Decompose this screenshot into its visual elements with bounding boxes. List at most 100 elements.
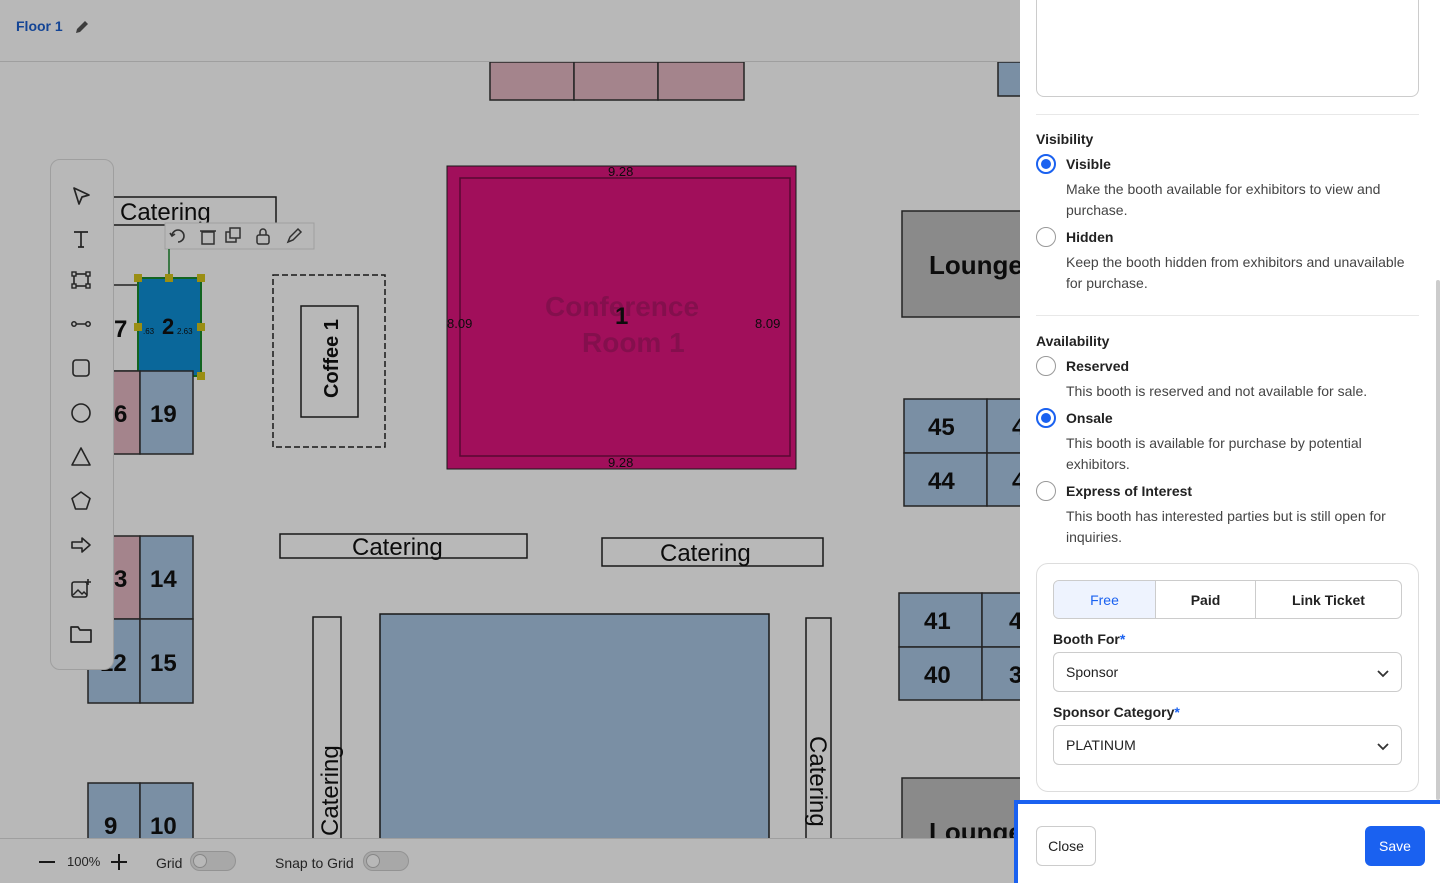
express-of-interest-description: This booth has interested parties but is… bbox=[1066, 508, 1386, 545]
booth-3-number: 3 bbox=[114, 566, 127, 593]
sponsor-category-select[interactable]: PLATINUM bbox=[1053, 725, 1402, 765]
catering-label: Catering bbox=[660, 540, 751, 567]
add-image-icon[interactable] bbox=[67, 575, 95, 603]
reserved-radio[interactable] bbox=[1036, 356, 1056, 376]
panel-footer: Close Save bbox=[1014, 800, 1440, 883]
drawing-toolbar bbox=[50, 159, 114, 670]
booth-10-number: 10 bbox=[150, 813, 177, 840]
onsale-radio[interactable] bbox=[1036, 408, 1056, 428]
conference-title-line2: Room 1 bbox=[582, 327, 685, 358]
conference-height-left: 8.09 bbox=[447, 316, 472, 331]
lounge-label: Lounge bbox=[929, 250, 1022, 280]
hidden-label: Hidden bbox=[1066, 229, 1114, 245]
hidden-description: Keep the booth hidden from exhibitors an… bbox=[1066, 254, 1405, 291]
catering-label: Catering bbox=[317, 745, 344, 836]
booth-top-2[interactable] bbox=[573, 61, 659, 101]
close-button[interactable]: Close bbox=[1036, 826, 1096, 866]
triangle-tool-icon[interactable] bbox=[67, 443, 95, 471]
circle-tool-icon[interactable] bbox=[67, 399, 95, 427]
booth-top-1[interactable] bbox=[489, 61, 575, 101]
grid-label: Grid bbox=[156, 855, 183, 871]
arrow-tool-icon[interactable] bbox=[67, 531, 95, 559]
text-tool-icon[interactable] bbox=[67, 225, 95, 253]
sponsor-category-label-text: Sponsor Category bbox=[1053, 704, 1175, 720]
reserved-description: This booth is reserved and not available… bbox=[1066, 383, 1368, 399]
catering-label: Catering bbox=[120, 199, 211, 226]
tab-paid[interactable]: Paid bbox=[1156, 581, 1256, 618]
reserved-label: Reserved bbox=[1066, 358, 1130, 374]
booth-14-number: 14 bbox=[150, 566, 177, 593]
required-mark: * bbox=[1174, 704, 1180, 720]
description-textarea[interactable] bbox=[1036, 0, 1419, 97]
booth-for-label: Booth For* bbox=[1053, 631, 1125, 647]
canvas-controls: 100% Grid Snap to Grid bbox=[0, 838, 1022, 883]
divider bbox=[1036, 315, 1419, 316]
floor-header: Floor 1 bbox=[0, 0, 1022, 62]
coffee-label: Coffee 1 bbox=[321, 319, 343, 398]
onsale-description: This booth is available for purchase by … bbox=[1066, 435, 1362, 472]
conference-width-top: 9.28 bbox=[608, 164, 633, 179]
snap-to-grid-toggle[interactable] bbox=[363, 851, 409, 871]
onsale-label: Onsale bbox=[1066, 410, 1113, 426]
booth-7-number: 7 bbox=[114, 316, 127, 343]
visible-label: Visible bbox=[1066, 156, 1111, 172]
conference-width-bottom: 9.28 bbox=[608, 455, 633, 470]
conference-height-right: 8.09 bbox=[755, 316, 780, 331]
booth-top-right[interactable] bbox=[997, 61, 1022, 97]
booth-2-dim-right: 2.63 bbox=[177, 327, 193, 336]
line-tool-icon[interactable] bbox=[67, 310, 95, 338]
folder-icon[interactable] bbox=[67, 620, 95, 648]
chevron-down-icon bbox=[1375, 738, 1391, 754]
zoom-level: 100% bbox=[67, 854, 101, 869]
pencil-icon[interactable] bbox=[74, 19, 90, 35]
snap-to-grid-label: Snap to Grid bbox=[275, 855, 354, 871]
booth-40-number: 40 bbox=[924, 662, 951, 689]
booth-for-value: Sponsor bbox=[1066, 664, 1119, 680]
booth-top-3[interactable] bbox=[657, 61, 745, 101]
visible-description: Make the booth available for exhibitors … bbox=[1066, 181, 1381, 218]
polygon-tool-icon[interactable] bbox=[67, 266, 95, 294]
floor-plan-canvas[interactable]: Catering 7 2 .63 2.63 6 19 3 14 12 15 bbox=[0, 0, 1022, 883]
express-of-interest-radio[interactable] bbox=[1036, 481, 1056, 501]
booth-15-number: 15 bbox=[150, 650, 177, 677]
floor-name[interactable]: Floor 1 bbox=[16, 18, 63, 34]
sponsor-category-value: PLATINUM bbox=[1066, 737, 1136, 753]
tab-link-ticket[interactable]: Link Ticket bbox=[1256, 581, 1401, 618]
panel-scrollbar[interactable] bbox=[1436, 280, 1440, 800]
save-button[interactable]: Save bbox=[1365, 826, 1425, 866]
visibility-title: Visibility bbox=[1036, 131, 1094, 147]
booth-9-number: 9 bbox=[104, 813, 117, 840]
booth-45-number: 45 bbox=[928, 414, 955, 441]
catering-label: Catering bbox=[804, 736, 831, 827]
zoom-in-icon[interactable] bbox=[108, 851, 130, 873]
hidden-radio[interactable] bbox=[1036, 227, 1056, 247]
booth-44-number: 44 bbox=[928, 468, 955, 495]
booth-41-number: 41 bbox=[924, 608, 951, 635]
tab-free[interactable]: Free bbox=[1054, 581, 1156, 618]
ticket-type-tabs: Free Paid Link Ticket bbox=[1053, 580, 1402, 619]
grid-toggle[interactable] bbox=[190, 851, 236, 871]
booth-2-number: 2 bbox=[162, 314, 174, 339]
booth-2-dim-left: .63 bbox=[143, 327, 155, 336]
divider bbox=[1036, 114, 1419, 115]
booth-for-label-text: Booth For bbox=[1053, 631, 1120, 647]
express-of-interest-label: Express of Interest bbox=[1066, 483, 1193, 499]
pentagon-tool-icon[interactable] bbox=[67, 487, 95, 515]
sponsor-category-label: Sponsor Category* bbox=[1053, 704, 1180, 720]
required-mark: * bbox=[1119, 631, 1126, 647]
ticket-settings-card: Free Paid Link Ticket Booth For* Sponsor… bbox=[1036, 563, 1419, 792]
visible-radio[interactable] bbox=[1036, 154, 1056, 174]
booth-6-number: 6 bbox=[114, 401, 127, 428]
zoom-out-icon[interactable] bbox=[36, 851, 58, 873]
rectangle-tool-icon[interactable] bbox=[67, 354, 95, 382]
booth-for-select[interactable]: Sponsor bbox=[1053, 652, 1402, 692]
exhibit-hall[interactable] bbox=[379, 613, 770, 855]
floor-plan[interactable]: Catering 7 2 .63 2.63 6 19 3 14 12 15 bbox=[0, 0, 1022, 883]
availability-title: Availability bbox=[1036, 333, 1110, 349]
toggle-knob bbox=[193, 854, 207, 868]
conference-number: 1 bbox=[615, 303, 628, 330]
catering-label: Catering bbox=[352, 534, 443, 561]
booth-settings-panel: Visibility Visible Make the booth availa… bbox=[1020, 0, 1440, 883]
chevron-down-icon bbox=[1375, 665, 1391, 681]
select-arrow-icon[interactable] bbox=[67, 182, 95, 210]
